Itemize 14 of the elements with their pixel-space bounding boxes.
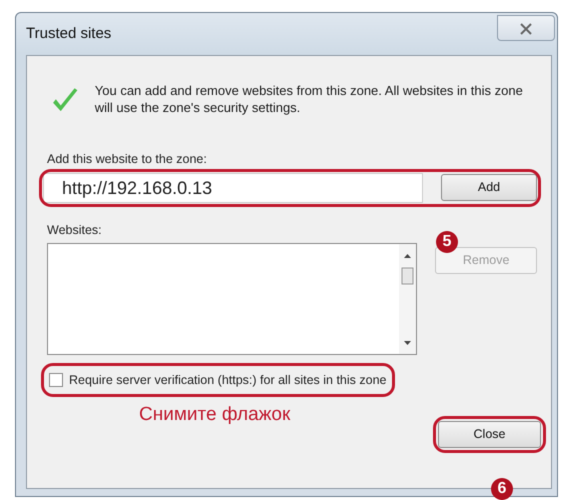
annotation-note: Снимите флажок: [139, 403, 290, 428]
field-label: Add this website to the zone:: [47, 151, 207, 168]
add-button[interactable]: Add: [441, 174, 537, 202]
close-icon[interactable]: [497, 15, 555, 41]
url-field[interactable]: http://192.168.0.13: [43, 172, 423, 203]
list-label: Websites:: [47, 222, 102, 239]
websites-list[interactable]: [47, 242, 418, 354]
step-number: 6: [491, 478, 513, 500]
info-text: You can add and remove websites from this zone. All websites in this zone will use the zone's security settings.: [94, 82, 524, 116]
close-button[interactable]: Close: [438, 421, 541, 448]
scrollbar[interactable]: [399, 244, 416, 354]
checkbox[interactable]: [49, 372, 63, 387]
checkbox-label: Require server verification (https:) for all sites in this zone: [69, 372, 386, 389]
window-title: Trusted sites: [26, 24, 112, 44]
